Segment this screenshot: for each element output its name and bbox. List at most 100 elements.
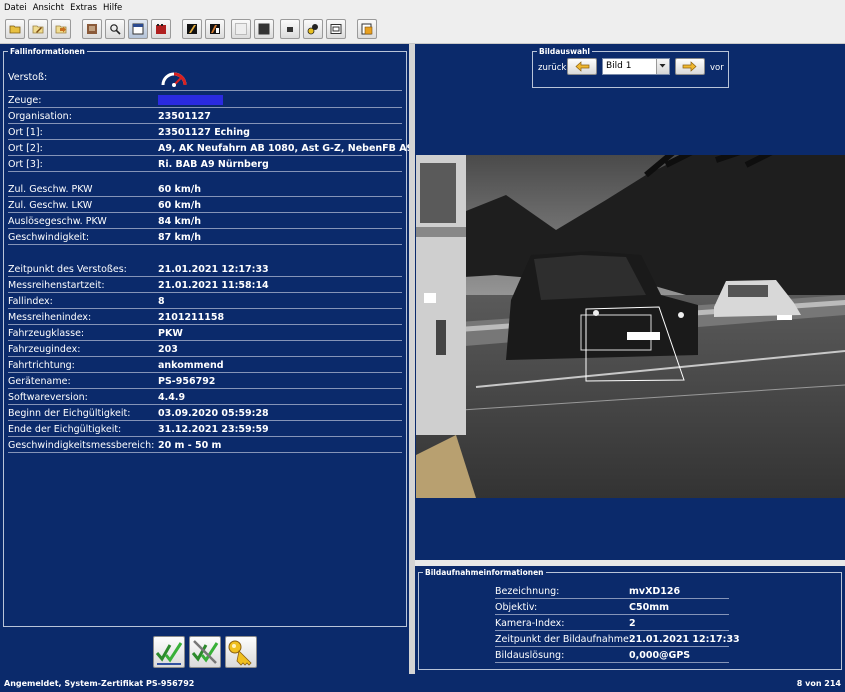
fallinfo-value: 23501127 Eching [158, 127, 250, 138]
fallinfo-row: Messreihenindex: 2101211158 [8, 309, 402, 325]
fallinfo-value: 87 km/h [158, 232, 201, 243]
fallinfo-label: Fahrzeugindex: [8, 344, 81, 355]
blank-dark-button[interactable] [254, 19, 274, 39]
fallinfo-value: 60 km/h [158, 200, 201, 211]
fallinfo-label: Softwareversion: [8, 392, 88, 403]
fallinfo-value: PKW [158, 328, 183, 339]
fallinfo-row: Ende der Eichgültigkeit: 31.12.2021 23:59… [8, 421, 402, 437]
fallinfo-label: Zul. Geschw. PKW [8, 184, 93, 195]
fallinfo-label: Zeitpunkt des Verstoßes: [8, 264, 127, 275]
fallinfo-label: Beginn der Eichgültigkeit: [8, 408, 131, 419]
key-circle-button[interactable] [303, 19, 323, 39]
back-button[interactable] [567, 58, 597, 75]
zeuge-row: Zeuge: [8, 92, 402, 108]
fallinfo-row: Fallindex: 8 [8, 293, 402, 309]
fallinfo-label: Ort [3]: [8, 159, 43, 170]
camera-image[interactable] [416, 155, 845, 498]
blank-light-button[interactable] [231, 19, 251, 39]
bildaufnahme-label: Zeitpunkt der Bildaufnahme: [495, 634, 633, 645]
bildaufnahme-panel: Bildaufnahmeinformationen Bezeichnung: mv… [415, 566, 845, 674]
bildaufnahme-row: Kamera-Index: 2 [495, 615, 729, 631]
bildaufnahme-value: C50mm [629, 602, 669, 613]
bildaufnahme-value: mvXD126 [629, 586, 681, 597]
forward-button[interactable] [675, 58, 705, 75]
window-icon [132, 23, 144, 35]
fallinfo-row: Fahrzeugindex: 203 [8, 341, 402, 357]
fallinfo-label: Messreihenstartzeit: [8, 280, 105, 291]
row-divider [8, 90, 402, 91]
brightness-icon [187, 24, 197, 34]
bildaufnahme-value: 0,000@GPS [629, 650, 691, 661]
small-dark-button[interactable] [280, 19, 300, 39]
fallinfo-label: Gerätename: [8, 376, 71, 387]
confirm-button[interactable] [153, 636, 185, 668]
fallinfo-row: Gerätename: PS-956792 [8, 373, 402, 389]
key-button[interactable] [225, 636, 257, 668]
fallinfo-value: 60 km/h [158, 184, 201, 195]
edit-folder-button[interactable] [28, 19, 48, 39]
status-right: 8 von 214 [796, 679, 841, 688]
confirm-strike-button[interactable] [189, 636, 221, 668]
open-folder-icon [9, 25, 21, 34]
blank-light-icon [235, 23, 247, 35]
forward-label: vor [710, 63, 724, 73]
fallinfo-value: Ri. BAB A9 Nürnberg [158, 159, 269, 170]
fallinfo-label: Fahrtrichtung: [8, 360, 75, 371]
double-check-strike-icon [191, 640, 219, 664]
window-button[interactable] [128, 19, 148, 39]
fallinfo-label: Fallindex: [8, 296, 53, 307]
zoom-button[interactable] [105, 19, 125, 39]
zeuge-redacted [158, 95, 223, 105]
fallinfo-row: Softwareversion: 4.4.9 [8, 389, 402, 405]
menu-ansicht[interactable]: Ansicht [33, 3, 64, 13]
menu-datei[interactable]: Datei [4, 3, 27, 13]
zeuge-label: Zeuge: [8, 95, 42, 106]
bildaufnahme-row: Bildauslösung: 0,000@GPS [495, 647, 729, 663]
menu-extras[interactable]: Extras [70, 3, 97, 13]
status-bar: Angemeldet, System-Zertifikat PS-956792 … [0, 674, 845, 692]
fallinfo-value: 03.09.2020 05:59:28 [158, 408, 269, 419]
brightness-button[interactable] [182, 19, 202, 39]
chevron-down-icon [659, 64, 666, 68]
bildaufnahme-row: Objektiv: C50mm [495, 599, 729, 615]
fallinfo-row: Messreihenstartzeit: 21.01.2021 11:58:14 [8, 277, 402, 293]
fallinfo-value: PS-956792 [158, 376, 216, 387]
contrast-button[interactable] [205, 19, 225, 39]
certificate-button[interactable] [357, 19, 377, 39]
fallinfo-panel: Fallinformationen Verstoß: Zeuge: Organi… [0, 44, 420, 674]
bildaufnahme-label: Objektiv: [495, 602, 538, 613]
fallinfo-title: Fallinformationen [8, 46, 87, 57]
fallinfo-row: Zeitpunkt des Verstoßes: 21.01.2021 12:17… [8, 261, 402, 277]
film-button[interactable] [151, 19, 171, 39]
edit-folder-icon [32, 25, 44, 34]
verstoss-label: Verstoß: [8, 72, 48, 83]
certificate-icon [361, 23, 373, 35]
dropdown-button[interactable] [656, 59, 669, 74]
fallinfo-row: Geschwindigkeitsmessbereich: 20 m - 50 m [8, 437, 402, 453]
fallinfo-row: Ort [2]: A9, AK Neufahrn AB 1080, Ast G-Z… [8, 140, 420, 156]
small-dark-icon [287, 27, 293, 32]
back-label: zurück [538, 63, 567, 73]
arrow-left-icon [575, 61, 590, 72]
export-button[interactable] [82, 19, 102, 39]
fallinfo-value: 84 km/h [158, 216, 201, 227]
export-icon [87, 24, 97, 34]
forward-folder-button[interactable] [51, 19, 71, 39]
fallinfo-value: A9, AK Neufahrn AB 1080, Ast G-Z, NebenF… [158, 143, 420, 154]
key-icon [228, 640, 252, 666]
menu-hilfe[interactable]: Hilfe [103, 3, 122, 13]
fallinfo-row: Auslösegeschw. PKW 84 km/h [8, 213, 402, 229]
fallinfo-label: Auslösegeschw. PKW [8, 216, 107, 227]
fallinfo-row: Ort [1]: 23501127 Eching [8, 124, 402, 140]
fallinfo-value: 21.01.2021 12:17:33 [158, 264, 269, 275]
fallinfo-label: Zul. Geschw. LKW [8, 200, 93, 211]
image-panel: Bildauswahl zurück Bild 1 vor [415, 44, 845, 560]
open-folder-button[interactable] [5, 19, 25, 39]
speedometer-icon [160, 68, 188, 91]
contrast-icon [210, 24, 220, 34]
key-circle-icon [307, 24, 318, 35]
arrow-right-icon [682, 61, 697, 72]
frame-button[interactable] [326, 19, 346, 39]
bildaufnahme-row: Bezeichnung: mvXD126 [495, 583, 729, 599]
image-select[interactable]: Bild 1 [602, 58, 670, 75]
